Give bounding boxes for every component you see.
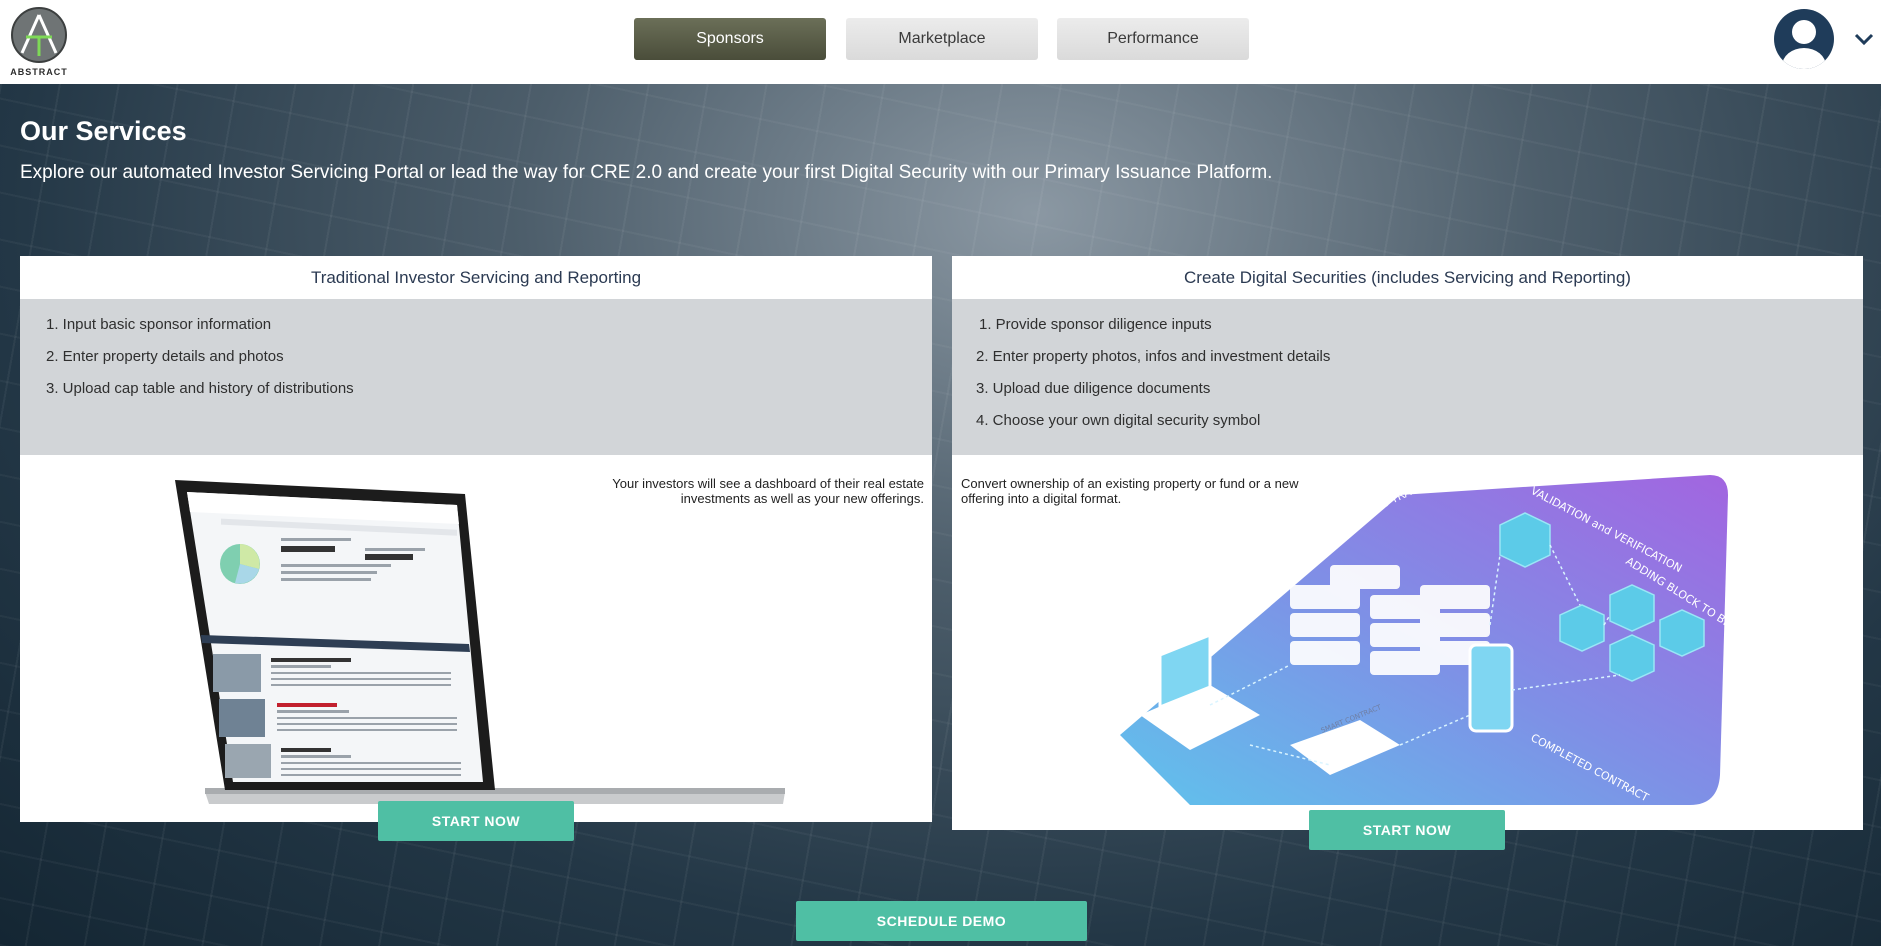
step-item: 4. Choose your own digital security symb… <box>976 412 1261 429</box>
chevron-down-icon[interactable] <box>1853 28 1875 50</box>
top-header: ABSTRACT Sponsors Marketplace Performanc… <box>0 0 1881 84</box>
card-title: Create Digital Securities (includes Serv… <box>952 256 1863 299</box>
step-item: 3. Upload due diligence documents <box>976 380 1211 397</box>
step-item: 2. Enter property photos, infos and inve… <box>976 348 1331 365</box>
page-title: Our Services <box>20 116 187 146</box>
blockchain-illustration: P2P NETWORK TO PROCESS TRANSACTION VALID… <box>1100 461 1782 805</box>
user-avatar-icon[interactable] <box>1773 8 1835 70</box>
abstract-logo[interactable]: ABSTRACT <box>10 6 68 77</box>
card-traditional-servicing: Traditional Investor Servicing and Repor… <box>20 256 932 822</box>
nav-marketplace[interactable]: Marketplace <box>846 18 1038 60</box>
nav-sponsors[interactable]: Sponsors <box>634 18 826 60</box>
schedule-demo-button[interactable]: SCHEDULE DEMO <box>796 901 1087 941</box>
steps-list: 1. Provide sponsor diligence inputs 2. E… <box>952 299 1863 455</box>
step-item: 2. Enter property details and photos <box>46 348 284 365</box>
card-digital-securities: Create Digital Securities (includes Serv… <box>952 256 1863 830</box>
card-title: Traditional Investor Servicing and Repor… <box>20 256 932 299</box>
dashboard-laptop-illustration <box>165 472 805 812</box>
page-subtitle: Explore our automated Investor Servicing… <box>20 162 1273 183</box>
steps-list: 1. Input basic sponsor information 2. En… <box>20 299 932 455</box>
start-now-button-traditional[interactable]: START NOW <box>378 801 574 841</box>
step-item: 1. Provide sponsor diligence inputs <box>979 316 1212 333</box>
logo-text: ABSTRACT <box>10 67 68 77</box>
start-now-button-digital[interactable]: START NOW <box>1309 810 1505 850</box>
step-item: 1. Input basic sponsor information <box>46 316 272 333</box>
nav-performance[interactable]: Performance <box>1057 18 1249 60</box>
step-item: 3. Upload cap table and history of distr… <box>46 380 354 397</box>
